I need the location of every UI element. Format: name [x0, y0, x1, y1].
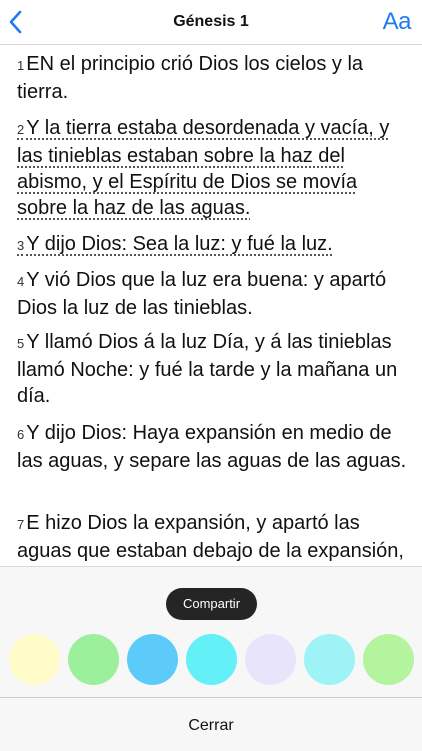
action-sheet: Compartir Cerrar: [0, 566, 422, 751]
verse-text: E hizo Dios la expansión, y apartó las a…: [17, 512, 404, 562]
verse-text: EN el principio crió Dios los cielos y l…: [17, 53, 364, 103]
verse-number: 6: [17, 427, 25, 442]
highlight-color-aqua[interactable]: [304, 634, 355, 685]
verse-number: 7: [17, 517, 25, 532]
page-title: Génesis 1: [173, 13, 249, 30]
chapter-text: 1 EN el principio crió Dios los cielos y …: [0, 45, 422, 565]
verse-number: 2: [17, 122, 25, 137]
highlight-color-green[interactable]: [68, 634, 119, 685]
share-button[interactable]: Compartir: [166, 588, 257, 620]
close-button[interactable]: Cerrar: [0, 717, 422, 735]
verse-6[interactable]: 6Y dijo Dios: Haya expansión en medio de…: [17, 420, 409, 474]
verse-text: Y vió Dios que la luz era buena: y apart…: [17, 269, 387, 319]
verse-number: 3: [17, 238, 25, 253]
verse-number: 5: [17, 336, 25, 351]
verse-text: Y llamó Dios á la luz Día, y á las tinie…: [17, 331, 398, 407]
verse-5[interactable]: 5Y llamó Dios á la luz Día, y á las tini…: [17, 329, 409, 409]
highlight-color-lime[interactable]: [363, 634, 414, 685]
verse-number: 4: [17, 274, 25, 289]
navigation-bar: Génesis 1 Aa: [0, 0, 422, 45]
verse-2[interactable]: 2Y la tierra estaba desordenada y vacía,…: [17, 115, 409, 221]
highlight-color-lavender[interactable]: [245, 634, 296, 685]
verse-4[interactable]: 4Y vió Dios que la luz era buena: y apar…: [17, 267, 409, 321]
verse-3[interactable]: 3Y dijo Dios: Sea la luz: y fué la luz.: [17, 231, 409, 259]
divider: [0, 697, 422, 698]
font-settings-button[interactable]: Aa: [383, 8, 412, 36]
verse-1[interactable]: 1 EN el principio crió Dios los cielos y …: [17, 51, 409, 105]
highlight-color-yellow[interactable]: [9, 634, 60, 685]
verse-text: Y dijo Dios: Sea la luz: y fué la luz.: [26, 233, 333, 255]
highlight-color-blue[interactable]: [127, 634, 178, 685]
highlight-color-cyan[interactable]: [186, 634, 237, 685]
verse-text: Y dijo Dios: Haya expansión en medio de …: [17, 422, 407, 472]
verse-7[interactable]: 7E hizo Dios la expansión, y apartó las …: [17, 510, 409, 565]
verse-number: 1: [17, 58, 25, 73]
verse-text: Y la tierra estaba desordenada y vacía, …: [17, 117, 390, 219]
